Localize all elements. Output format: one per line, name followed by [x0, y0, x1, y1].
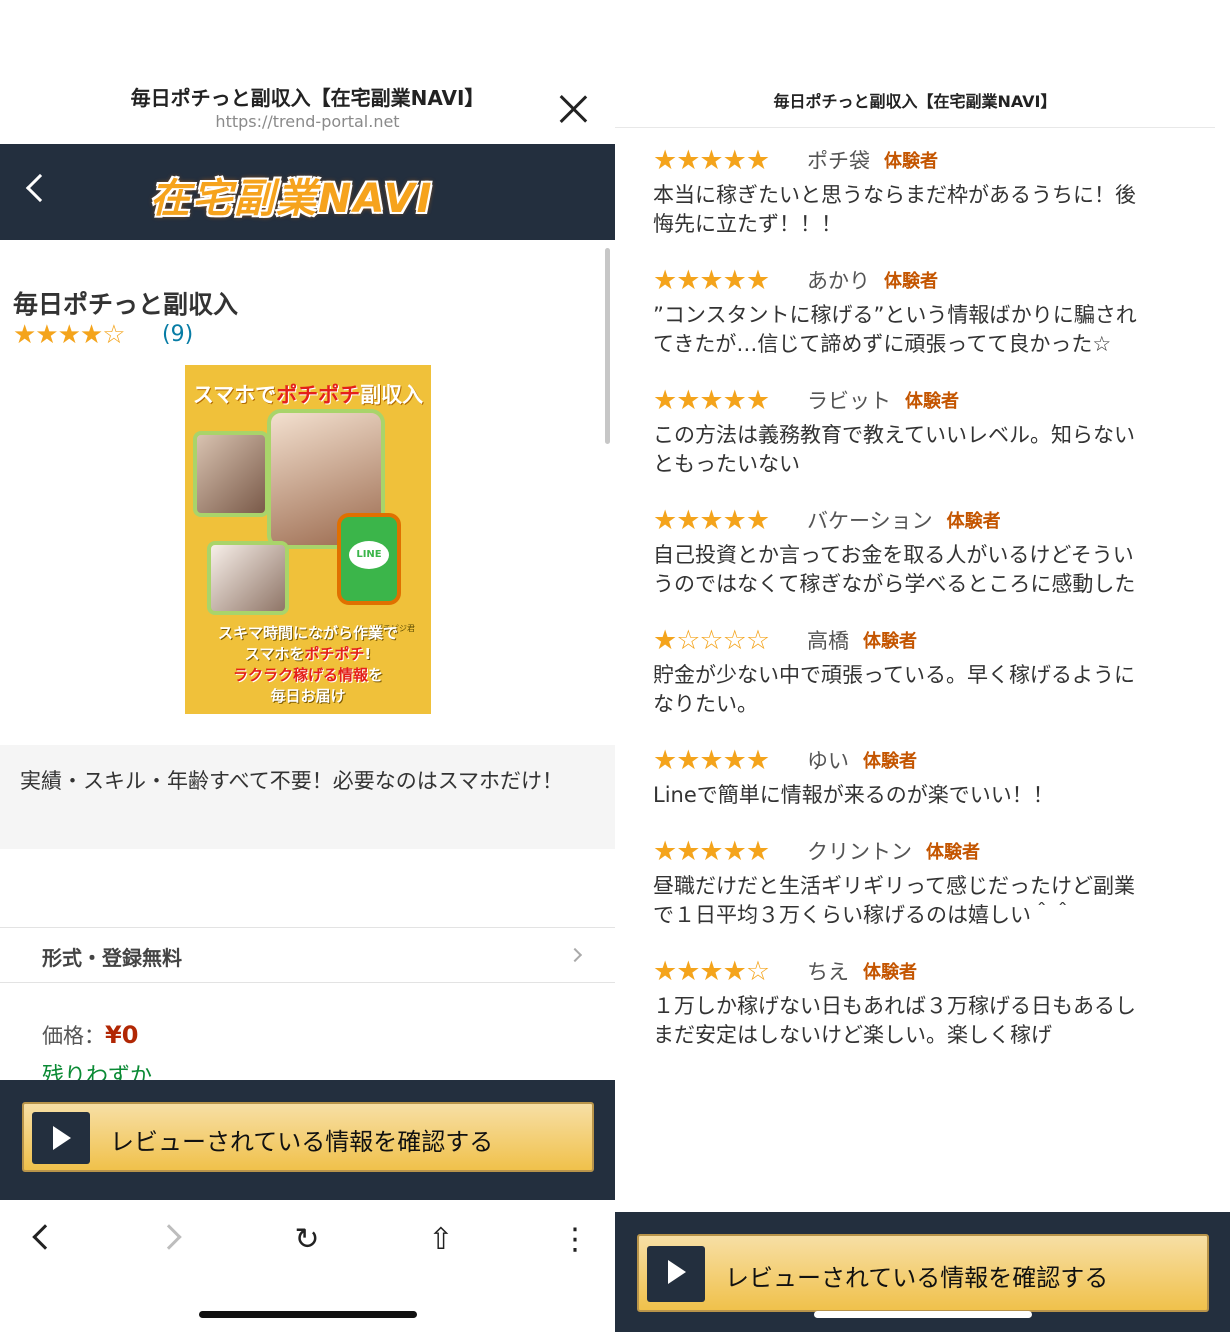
reload-icon[interactable]: ↻ — [287, 1220, 327, 1260]
line-mascot-icon: LINE — [337, 513, 401, 605]
review-stars-icon: ★★★★★ — [653, 835, 770, 867]
page-title: 毎日ポチっと副収入【在宅副業NAVI】 — [130, 86, 485, 110]
share-icon[interactable]: ⇧ — [421, 1220, 461, 1260]
review-body: ”コンスタントに稼げる”という情報ばかりに騙されてきたが…信じて諦めずに頑張って… — [653, 303, 1137, 356]
review-body: Lineで簡単に情報が来るのが楽でいい！！ — [653, 783, 1054, 807]
product-cover-image[interactable]: スマホでポチポチ副収入 LINE ポチピジ君 スキマ時間にながら作業で スマホを… — [185, 365, 431, 714]
page-url[interactable]: https://trend-portal.net — [0, 112, 615, 131]
reviewer-name: 高橋 — [807, 629, 849, 653]
reviewer-name: ゆい — [807, 749, 849, 773]
review-item: ★★★★★ ゆい 体験者 Lineで簡単に情報が来るのが楽でいい！！ — [653, 743, 1163, 810]
reviewer-name: ちえ — [807, 960, 849, 984]
format-row[interactable]: 形式・登録無料 — [0, 927, 615, 983]
product-description: 実績・スキル・年齢すべて不要！必要なのはスマホだけ！ — [0, 745, 615, 849]
reviewer-badge: 体験者 — [863, 962, 917, 983]
scrollbar[interactable] — [605, 248, 610, 444]
price: 価格：¥0 — [42, 1021, 139, 1049]
cta-bar: レビューされている情報を確認する — [0, 1080, 615, 1200]
cta-button[interactable]: レビューされている情報を確認する — [637, 1234, 1209, 1312]
divider — [615, 127, 1215, 128]
reviewer-badge: 体験者 — [863, 751, 917, 772]
format-label: 形式・登録無料 — [42, 946, 182, 970]
review-body: この方法は義務教育で教えていいレベル。知らないともったいない — [653, 423, 1135, 476]
cover-photo-small-1 — [193, 431, 269, 517]
reviewer-badge: 体験者 — [863, 631, 917, 652]
reviewer-badge: 体験者 — [926, 842, 980, 863]
review-item: ★★★★★ ラビット 体験者 この方法は義務教育で教えていいレベル。知らないとも… — [653, 383, 1163, 479]
reviewer-name: あかり — [807, 269, 870, 293]
cover-photo-small-2 — [207, 541, 289, 615]
review-stars-icon: ★★★★★ — [653, 744, 770, 776]
review-body: 自己投資とか言ってお金を取る人がいるけどそういうのではなくて稼ぎながら学べるとこ… — [653, 543, 1136, 596]
product-title: 毎日ポチっと副収入 — [13, 290, 239, 319]
browser-title-bar: 毎日ポチっと副収入【在宅副業NAVI】 https://trend-portal… — [0, 0, 615, 144]
review-item: ★★★★★ ポチ袋 体験者 本当に稼ぎたいと思うならまだ枠があるうちに！後悔先に… — [653, 143, 1163, 239]
review-item: ★★★★☆ ちえ 体験者 １万しか稼げない日もあれば３万稼げる日もあるしまだ安定… — [653, 954, 1163, 1050]
review-item: ★★★★★ あかり 体験者 ”コンスタントに稼げる”という情報ばかりに騙されてき… — [653, 263, 1163, 359]
review-body: 本当に稼ぎたいと思うならまだ枠があるうちに！後悔先に立たず！！！ — [653, 183, 1136, 236]
reviewer-name: ポチ袋 — [807, 149, 870, 173]
review-body: 貯金が少ない中で頑張っている。早く稼げるようになりたい。 — [653, 663, 1135, 716]
review-body: 昼職だけだと生活ギリギリって感じだったけど副業で１日平均３万くらい稼げるのは嬉し… — [653, 874, 1135, 927]
left-screen: 毎日ポチっと副収入【在宅副業NAVI】 https://trend-portal… — [0, 0, 615, 1332]
cover-caption: スキマ時間にながら作業で スマホをポチポチ! ラクラク稼げる情報を 毎日お届け — [217, 624, 398, 705]
browser-forward-icon[interactable] — [156, 1224, 182, 1250]
review-stars-icon: ★☆☆☆☆ — [653, 624, 770, 656]
review-body: １万しか稼げない日もあれば３万稼げる日もあるしまだ安定はしないけど楽しい。楽しく… — [653, 994, 1136, 1047]
cover-headline: スマホでポチポチ副収入 — [192, 383, 424, 407]
browser-back-icon[interactable] — [32, 1224, 58, 1250]
site-logo[interactable]: 在宅副業NAVI — [150, 166, 466, 222]
review-stars-icon: ★★★★★ — [653, 384, 770, 416]
more-icon[interactable]: ⋮ — [555, 1220, 595, 1260]
review-stars-icon: ★★★★★ — [653, 264, 770, 296]
review-list: ★★★★★ ポチ袋 体験者 本当に稼ぎたいと思うならまだ枠があるうちに！後悔先に… — [653, 143, 1163, 1074]
review-item: ★☆☆☆☆ 高橋 体験者 貯金が少ない中で頑張っている。早く稼げるようになりたい… — [653, 623, 1163, 719]
close-icon[interactable] — [556, 92, 590, 126]
reviewer-badge: 体験者 — [905, 391, 959, 412]
cta-button[interactable]: レビューされている情報を確認する — [22, 1102, 594, 1172]
reviewer-badge: 体験者 — [884, 271, 938, 292]
review-stars-icon: ★★★★★ — [653, 144, 770, 176]
rating-stars-icon: ★★★★☆ — [13, 320, 126, 350]
reviewer-badge: 体験者 — [884, 151, 938, 172]
reviewer-name: バケーション — [807, 509, 933, 533]
reviewer-name: クリントン — [807, 840, 912, 864]
review-stars-icon: ★★★★★ — [653, 504, 770, 536]
review-item: ★★★★★ クリントン 体験者 昼職だけだと生活ギリギリって感じだったけど副業で… — [653, 834, 1163, 930]
rating-count-link[interactable]: (9) — [162, 322, 193, 347]
right-screen: 毎日ポチっと副収入【在宅副業NAVI】 ★★★★★ ポチ袋 体験者 本当に稼ぎた… — [615, 0, 1230, 1332]
play-icon — [32, 1112, 90, 1164]
review-item: ★★★★★ バケーション 体験者 自己投資とか言ってお金を取る人がいるけどそうい… — [653, 503, 1163, 599]
chevron-right-icon — [567, 947, 583, 963]
page-title: 毎日ポチっと副収入【在宅副業NAVI】 — [773, 92, 1057, 111]
home-indicator — [199, 1311, 417, 1318]
reviewer-name: ラビット — [807, 389, 891, 413]
home-indicator — [814, 1311, 1032, 1318]
play-icon — [647, 1246, 705, 1302]
review-stars-icon: ★★★★☆ — [653, 955, 770, 987]
reviewer-badge: 体験者 — [946, 511, 1001, 532]
price-value: ¥0 — [105, 1021, 139, 1049]
